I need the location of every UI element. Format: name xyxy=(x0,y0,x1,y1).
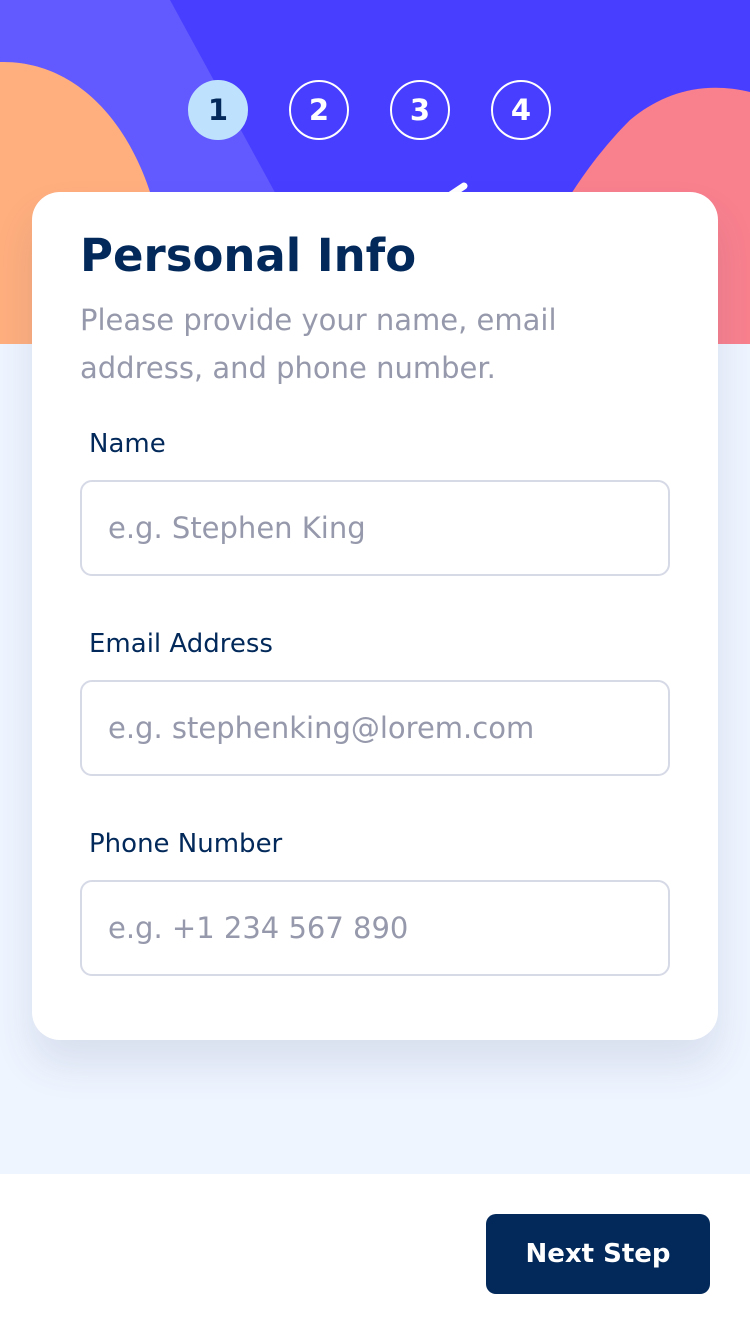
next-step-button[interactable]: Next Step xyxy=(486,1214,710,1294)
page-subtitle: Please provide your name, email address,… xyxy=(80,303,557,385)
phone-label: Phone Number xyxy=(89,829,283,859)
email-input[interactable] xyxy=(80,680,670,776)
step-indicators: 1 2 3 4 xyxy=(188,80,551,140)
footer-bar: Next Step xyxy=(0,1174,750,1334)
step-2-indicator[interactable]: 2 xyxy=(289,80,349,140)
form-card: Personal Info Please provide your name, … xyxy=(32,192,718,1040)
phone-input[interactable] xyxy=(80,880,670,976)
page-title: Personal Info xyxy=(80,229,417,282)
email-label: Email Address xyxy=(89,629,273,659)
step-4-indicator[interactable]: 4 xyxy=(491,80,551,140)
step-3-indicator[interactable]: 3 xyxy=(390,80,450,140)
step-1-indicator[interactable]: 1 xyxy=(188,80,248,140)
name-label: Name xyxy=(89,429,166,459)
name-input[interactable] xyxy=(80,480,670,576)
